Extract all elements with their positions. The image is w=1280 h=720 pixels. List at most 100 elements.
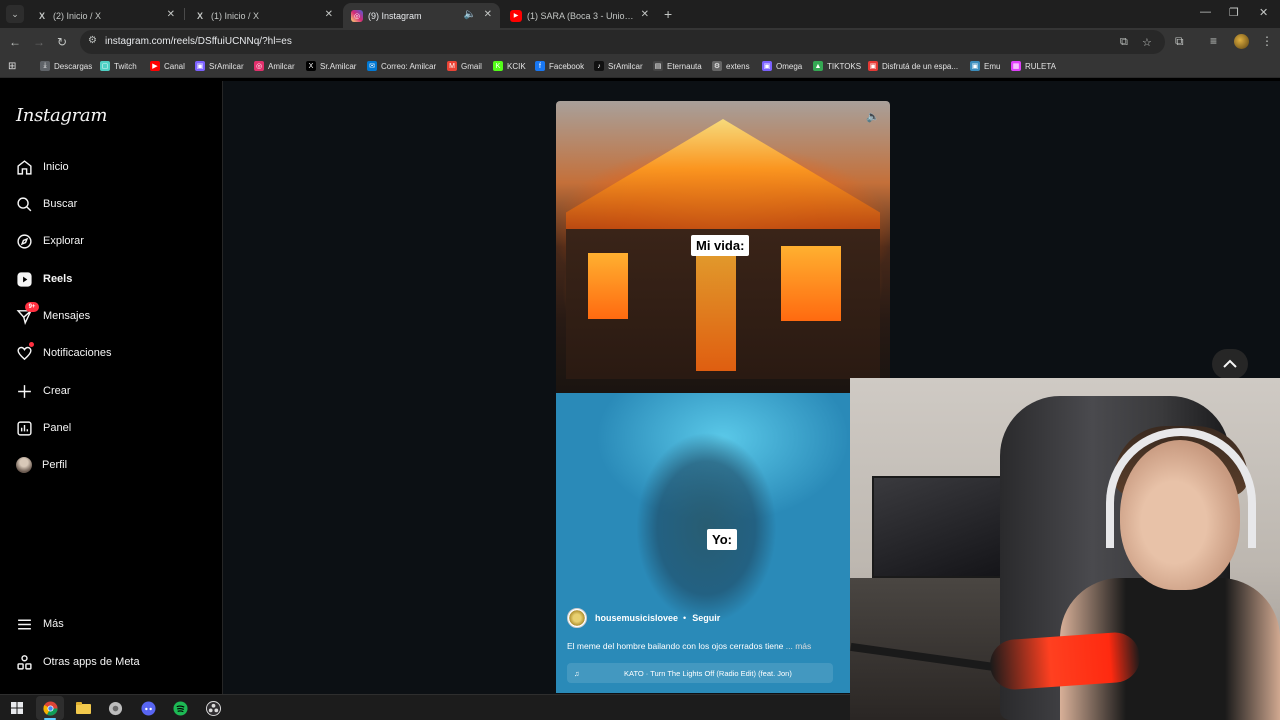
- nav-item-buscar[interactable]: Buscar: [16, 192, 77, 216]
- nav-item-crear[interactable]: Crear: [16, 379, 71, 403]
- more-link[interactable]: ... más: [786, 641, 812, 651]
- tab-x-2[interactable]: X (1) Inicio / X ✕: [186, 3, 341, 28]
- more-menu-button[interactable]: Más: [16, 612, 64, 636]
- windows-start-icon[interactable]: [8, 699, 26, 717]
- bookmark-item[interactable]: ▶ Canal: [150, 61, 185, 71]
- nav-item-panel[interactable]: Panel: [16, 416, 71, 440]
- bookmark-item[interactable]: ▣ Omega: [762, 61, 802, 71]
- speaker-icon[interactable]: 🔈: [866, 110, 880, 123]
- minimize-icon[interactable]: —: [1200, 6, 1211, 18]
- restore-icon[interactable]: ❐: [1229, 6, 1239, 19]
- nav-item-explorar[interactable]: Explorar: [16, 229, 84, 253]
- reel-username[interactable]: housemusicislovee: [595, 613, 678, 623]
- bookmark-favicon-icon: ▶: [150, 61, 160, 71]
- bookmark-favicon-icon: f: [535, 61, 545, 71]
- reel-video[interactable]: 🔈 Mi vida: Yo: housemusicislovee • Segui…: [556, 101, 890, 693]
- close-icon[interactable]: ✕: [325, 9, 333, 20]
- bookmark-item[interactable]: ▣ Emu: [970, 61, 1000, 71]
- close-window-icon[interactable]: ✕: [1259, 6, 1268, 19]
- app-icon[interactable]: [106, 699, 124, 717]
- file-explorer-icon[interactable]: [74, 699, 92, 717]
- bookmark-favicon-icon: X: [306, 61, 316, 71]
- apps-grid-icon[interactable]: ⊞: [8, 61, 16, 72]
- spotify-icon[interactable]: [171, 699, 189, 717]
- bookmark-item[interactable]: M Gmail: [447, 61, 482, 71]
- bookmark-favicon-icon: ▣: [195, 61, 205, 71]
- bookmark-item[interactable]: ▣ Disfrutá de un espa...: [868, 61, 958, 71]
- reel-author: housemusicislovee • Seguir: [567, 608, 720, 628]
- address-bar[interactable]: ⚙ instagram.com/reels/DSffuiUCNNq/?hl=es…: [80, 30, 1165, 54]
- bookmark-item[interactable]: ▢ Twitch: [100, 61, 137, 71]
- bookmark-favicon-icon: ▣: [868, 61, 878, 71]
- webcam-overlay: [850, 378, 1280, 720]
- bookmark-label: Descargas: [54, 61, 93, 71]
- bookmark-label: TIKTOKS: [827, 61, 862, 71]
- tab-x-1[interactable]: X (2) Inicio / X ✕: [28, 3, 183, 28]
- new-tab-button[interactable]: +: [664, 6, 672, 22]
- tab-instagram[interactable]: ◎ (9) Instagram 🔈 ✕: [343, 3, 500, 28]
- bookmark-item[interactable]: K KCIK: [493, 61, 526, 71]
- bookmark-item[interactable]: ▦ RULETA: [1011, 61, 1056, 71]
- previous-reel-button[interactable]: [1212, 349, 1248, 379]
- meta-apps-button[interactable]: Otras apps de Meta: [16, 650, 140, 674]
- discord-icon[interactable]: [139, 699, 157, 717]
- url-text[interactable]: instagram.com/reels/DSffuiUCNNq/?hl=es: [105, 36, 292, 47]
- nav-item-reels[interactable]: Reels: [16, 267, 72, 291]
- bookmark-label: extens: [726, 61, 750, 71]
- separator-dot: •: [683, 613, 687, 623]
- bookmark-label: RULETA: [1025, 61, 1056, 71]
- speaker-icon[interactable]: 🔈: [464, 9, 476, 20]
- bookmark-item[interactable]: ⤓ Descargas: [40, 61, 92, 71]
- bookmark-label: Facebook: [549, 61, 585, 71]
- bookmark-favicon-icon: ◎: [254, 61, 264, 71]
- x-logo-icon: X: [38, 10, 45, 21]
- menu-dots-icon[interactable]: ⋮: [1261, 34, 1273, 48]
- bookmark-item[interactable]: ✉ Correo: Amilcar: [367, 61, 436, 71]
- extensions-icon[interactable]: ⧉: [1175, 34, 1184, 49]
- bookmark-favicon-icon: ▢: [100, 61, 110, 71]
- nav-item-perfil[interactable]: Perfil: [16, 453, 67, 477]
- nav-label: Reels: [43, 273, 73, 285]
- bookmark-favicon-icon: ▦: [1011, 61, 1021, 71]
- close-icon[interactable]: ✕: [484, 9, 492, 20]
- bookmark-item[interactable]: f Facebook: [535, 61, 584, 71]
- bookmark-item[interactable]: ▤ Eternauta: [653, 61, 702, 71]
- bookmark-item[interactable]: ♪ SrAmilcar: [594, 61, 643, 71]
- tab-youtube[interactable]: ▶ (1) SARA (Boca 3 - Union 4) - Y ✕: [502, 3, 657, 28]
- bookmark-item[interactable]: ▣ SrAmilcar: [195, 61, 244, 71]
- site-info-icon[interactable]: ⚙: [88, 35, 97, 46]
- bookmark-item[interactable]: X Sr.Amilcar: [306, 61, 356, 71]
- follow-button[interactable]: Seguir: [692, 613, 720, 623]
- bookmark-favicon-icon: ⤓: [40, 61, 50, 71]
- avatar[interactable]: [567, 608, 587, 628]
- reel-music-bar[interactable]: ♫ KATO · Turn The Lights Off (Radio Edit…: [567, 663, 833, 683]
- bookmark-favicon-icon: ⚙: [712, 61, 722, 71]
- media-control-icon[interactable]: ≡: [1210, 34, 1217, 48]
- tab-search-button[interactable]: ⌄: [6, 5, 24, 23]
- bookmark-item[interactable]: ▲ TIKTOKS: [813, 61, 861, 71]
- back-arrow-icon[interactable]: ←: [9, 35, 21, 49]
- reel-top-caption: Mi vida:: [691, 235, 750, 256]
- chrome-icon[interactable]: [41, 699, 59, 717]
- x-logo-icon: X: [196, 10, 203, 21]
- instagram-logo[interactable]: Instagram: [16, 105, 107, 126]
- install-app-icon[interactable]: ⧉: [1120, 36, 1128, 49]
- burning-house-frame: 🔈 Mi vida:: [556, 101, 890, 393]
- reel-description: El meme del hombre bailando con los ojos…: [567, 641, 811, 651]
- close-icon[interactable]: ✕: [641, 9, 649, 20]
- nav-item-notificaciones[interactable]: Notificaciones: [16, 341, 111, 365]
- nav-item-inicio[interactable]: Inicio: [16, 155, 69, 179]
- obs-icon[interactable]: [204, 699, 222, 717]
- forward-arrow-icon[interactable]: →: [33, 35, 45, 49]
- close-icon[interactable]: ✕: [167, 9, 175, 20]
- plus-icon: [18, 384, 31, 398]
- nav-label: Inicio: [43, 161, 69, 173]
- nav-item-mensajes[interactable]: 9+ Mensajes: [16, 302, 90, 328]
- notification-dot: [29, 342, 34, 347]
- browser-tab-strip: ⌄ X (2) Inicio / X ✕ X (1) Inicio / X ✕ …: [0, 0, 1280, 28]
- bookmark-item[interactable]: ⚙ extens: [712, 61, 750, 71]
- profile-avatar[interactable]: [1234, 34, 1249, 49]
- bookmark-star-icon[interactable]: ☆: [1142, 36, 1152, 49]
- bookmark-item[interactable]: ◎ Amilcar: [254, 61, 295, 71]
- reload-icon[interactable]: ↻: [57, 35, 67, 49]
